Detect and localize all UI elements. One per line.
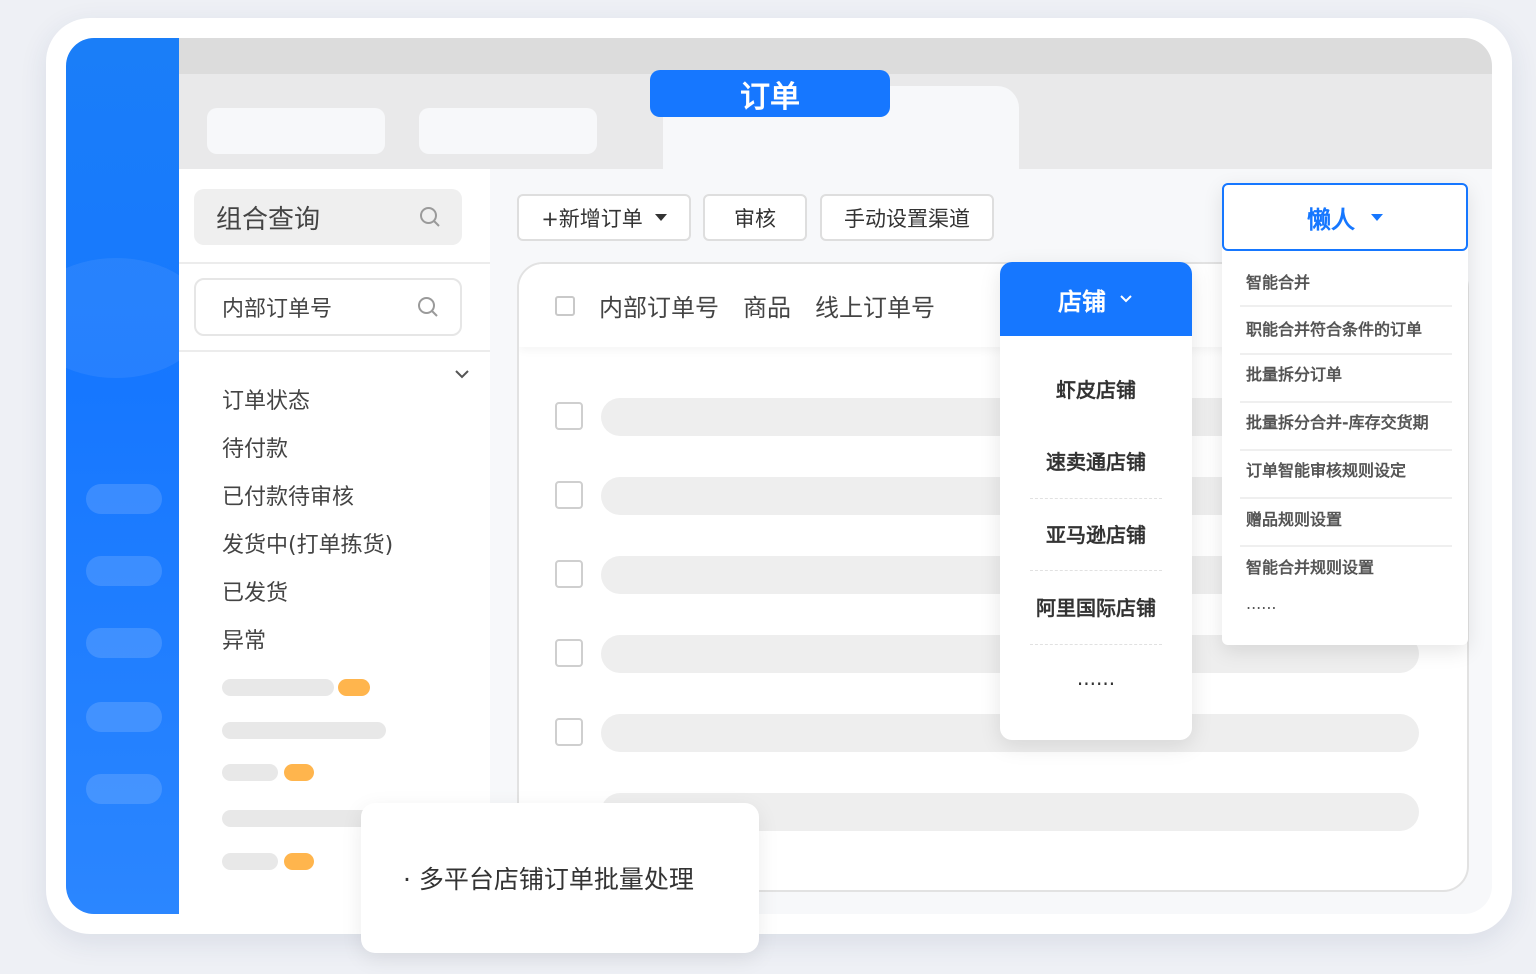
combo-query-input[interactable]: 组合查询 — [194, 189, 462, 245]
row-checkbox[interactable] — [555, 481, 583, 509]
manual-channel-button[interactable]: 手动设置渠道 — [820, 194, 994, 241]
chevron-down-icon — [1120, 295, 1132, 303]
lazy-header-label: 懒人 — [1307, 205, 1355, 234]
search-icon[interactable] — [418, 205, 442, 229]
feature-callout: · 多平台店铺订单批量处理 — [361, 803, 759, 953]
store-dropdown: 店铺 虾皮店铺 速卖通店铺 亚马逊店铺 阿里国际店铺 ...... — [1000, 262, 1192, 740]
lazy-item-more[interactable]: ...... — [1246, 586, 1452, 634]
sidebar-item-5[interactable] — [86, 774, 162, 804]
orange-tag — [284, 764, 314, 781]
status-exception[interactable]: 异常 — [222, 624, 393, 672]
divider — [1030, 570, 1162, 571]
lazy-item-split-merge-stock[interactable]: 批量拆分合并-库存交货期 — [1246, 405, 1452, 453]
store-item-aliexpress[interactable]: 速卖通店铺 — [1030, 446, 1162, 475]
tab-placeholder-2[interactable] — [419, 108, 597, 154]
caret-down-icon — [1371, 213, 1383, 221]
internal-order-label: 内部订单号 — [222, 297, 333, 322]
row-checkbox[interactable] — [555, 639, 583, 667]
store-item-amazon[interactable]: 亚马逊店铺 — [1030, 519, 1162, 548]
order-status-list: 订单状态 待付款 已付款待审核 发货中(打单拣货) 已发货 异常 — [222, 384, 393, 672]
tab-placeholder-1[interactable] — [207, 108, 385, 154]
store-header-label: 店铺 — [1058, 287, 1106, 316]
placeholder-bar — [222, 853, 278, 870]
divider — [1030, 498, 1162, 499]
caret-down-icon — [654, 214, 667, 221]
lazy-item-batch-split[interactable]: 批量拆分订单 — [1246, 357, 1452, 405]
orange-tag — [284, 853, 314, 870]
sidebar-item-4[interactable] — [86, 702, 162, 732]
divider — [179, 350, 490, 352]
top-bar — [179, 38, 1492, 74]
lazy-item-review-rules[interactable]: 订单智能审核规则设定 — [1246, 453, 1452, 501]
divider — [1240, 545, 1452, 547]
column-online-order[interactable]: 线上订单号 — [815, 288, 935, 323]
divider — [1240, 449, 1452, 451]
manual-channel-label: 手动设置渠道 — [844, 206, 970, 231]
placeholder-bar — [222, 810, 372, 827]
divider — [1240, 353, 1452, 355]
orange-tag — [338, 679, 370, 696]
divider — [1030, 644, 1162, 645]
blue-sidebar — [66, 38, 206, 914]
add-order-label: +新增订单 — [541, 206, 643, 231]
column-product[interactable]: 商品 — [743, 288, 791, 323]
select-all-checkbox[interactable] — [555, 295, 575, 316]
placeholder-bar — [222, 722, 386, 739]
divider — [1240, 497, 1452, 499]
divider — [1240, 401, 1452, 403]
store-item-shopee[interactable]: 虾皮店铺 — [1030, 374, 1162, 403]
store-item-more[interactable]: ...... — [1030, 666, 1162, 690]
row-checkbox[interactable] — [555, 402, 583, 430]
sidebar-item-3[interactable] — [86, 628, 162, 658]
divider — [1240, 305, 1452, 307]
placeholder-bar — [222, 764, 278, 781]
status-pending-payment[interactable]: 待付款 — [222, 432, 393, 480]
status-shipped[interactable]: 已发货 — [222, 576, 393, 624]
tab-orders[interactable]: 订单 — [650, 70, 890, 117]
add-order-button[interactable]: +新增订单 — [517, 194, 691, 241]
column-internal-order[interactable]: 内部订单号 — [599, 288, 719, 323]
status-title: 订单状态 — [222, 389, 311, 414]
divider — [179, 262, 490, 264]
search-icon[interactable] — [416, 295, 440, 319]
status-paid-pending-review[interactable]: 已付款待审核 — [222, 480, 393, 528]
status-shipping[interactable]: 发货中(打单拣货) — [222, 528, 393, 576]
placeholder-bar — [222, 679, 334, 696]
row-checkbox[interactable] — [555, 560, 583, 588]
sidebar-item-2[interactable] — [86, 556, 162, 586]
lazy-dropdown-header[interactable]: 懒人 — [1222, 183, 1468, 251]
callout-pointer — [552, 786, 588, 804]
combo-query-label: 组合查询 — [216, 204, 321, 235]
lazy-item-gift-rules[interactable]: 赠品规则设置 — [1246, 502, 1452, 550]
sidebar-item-1[interactable] — [86, 484, 162, 514]
callout-text: · 多平台店铺订单批量处理 — [403, 865, 694, 894]
chevron-down-icon[interactable] — [452, 364, 472, 384]
review-button[interactable]: 审核 — [703, 194, 807, 241]
row-checkbox[interactable] — [555, 718, 583, 746]
store-dropdown-header[interactable]: 店铺 — [1000, 262, 1192, 336]
store-item-alibaba[interactable]: 阿里国际店铺 — [1030, 592, 1162, 621]
review-label: 审核 — [734, 206, 776, 231]
internal-order-input[interactable]: 内部订单号 — [194, 278, 462, 336]
lazy-dropdown: 懒人 智能合并 职能合并符合条件的订单 批量拆分订单 批量拆分合并-库存交货期 … — [1222, 183, 1468, 645]
